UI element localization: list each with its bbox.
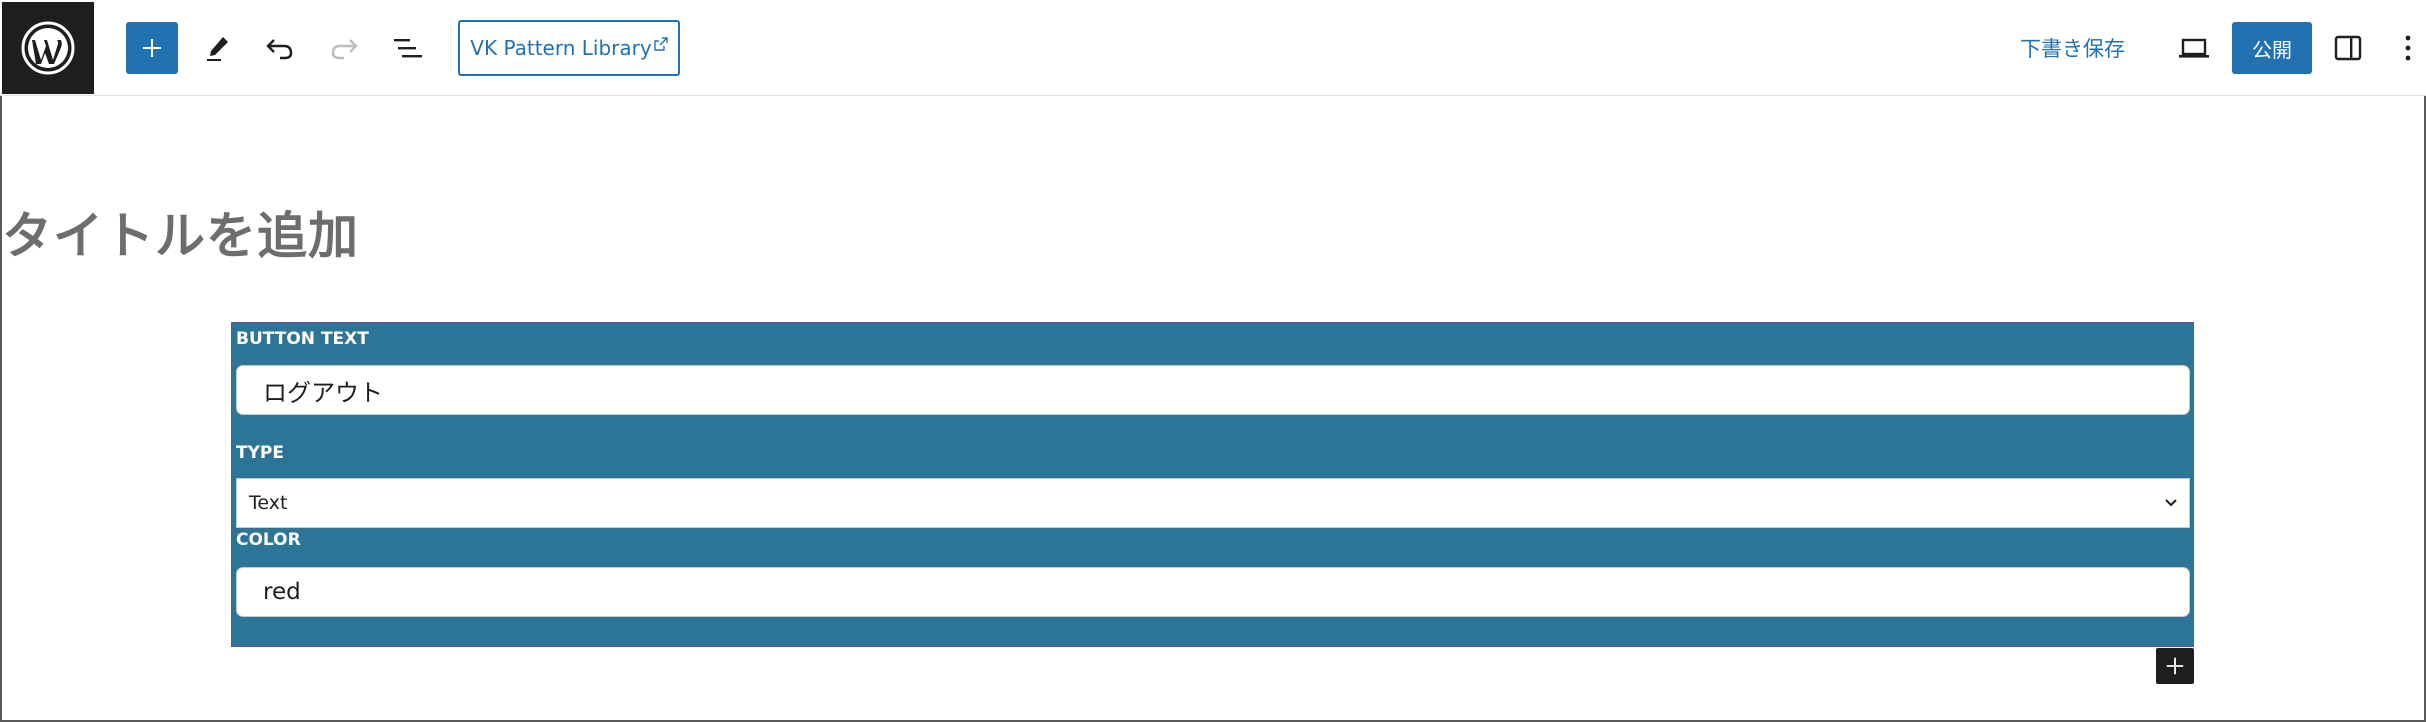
laptop-icon [2179, 38, 2209, 58]
color-label: COLOR [236, 530, 301, 550]
list-view-button[interactable] [386, 26, 430, 70]
plus-icon [143, 39, 161, 57]
chevron-down-icon [2165, 499, 2177, 507]
settings-sidebar-button[interactable] [2326, 26, 2370, 70]
plus-icon [2166, 657, 2184, 675]
undo-icon [266, 39, 293, 60]
redo-icon [331, 39, 358, 60]
list-view-icon [394, 39, 422, 58]
save-draft-button[interactable]: 下書き保存 [2020, 28, 2125, 68]
redo-button[interactable] [322, 26, 366, 70]
post-title-input[interactable]: タイトルを追加 [2, 196, 359, 268]
button-text-input[interactable]: ログアウト [236, 365, 2190, 415]
preview-button[interactable] [2172, 26, 2216, 70]
type-select-value: Text [249, 492, 288, 514]
type-select[interactable]: Text [236, 478, 2190, 528]
wordpress-logo-icon[interactable] [2, 2, 94, 94]
sidebar-toggle-icon [2334, 35, 2362, 61]
custom-fields-block[interactable]: BUTTON TEXT ログアウト TYPE Text COLOR red [231, 322, 2194, 647]
editor-toolbar: VK Pattern Library 下書き保存 公開 [0, 0, 2426, 96]
external-link-icon [654, 37, 668, 51]
pattern-link-label: VK Pattern Library [470, 36, 652, 60]
pencil-icon [207, 37, 228, 61]
publish-button[interactable]: 公開 [2232, 22, 2312, 74]
add-block-button[interactable] [126, 22, 178, 74]
vertical-dots-icon [2405, 35, 2411, 61]
tools-button[interactable] [196, 26, 240, 70]
options-menu-button[interactable] [2394, 26, 2422, 70]
vk-pattern-library-link[interactable]: VK Pattern Library [458, 20, 680, 76]
button-text-label: BUTTON TEXT [236, 329, 369, 349]
type-label: TYPE [236, 443, 284, 463]
color-input[interactable]: red [236, 567, 2190, 617]
block-inserter-button[interactable] [2156, 648, 2194, 684]
undo-button[interactable] [258, 26, 302, 70]
